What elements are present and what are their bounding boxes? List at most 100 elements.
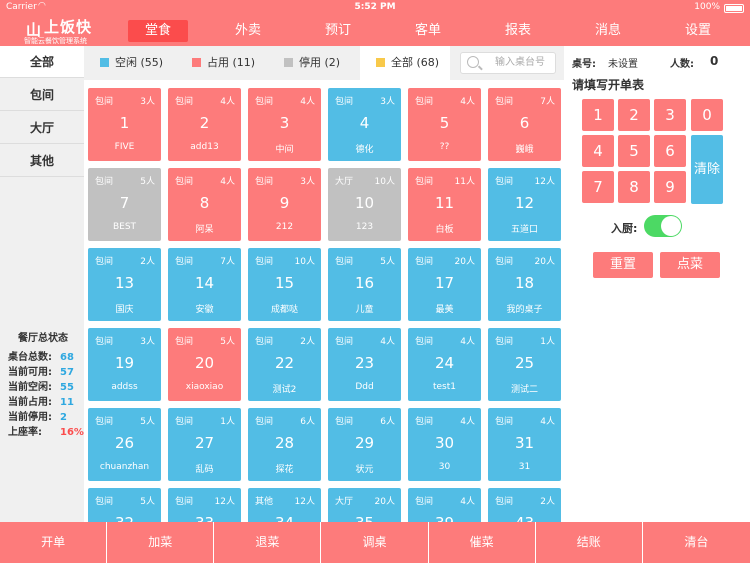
table-tile[interactable]: 包间 3人 9 212 (248, 168, 321, 241)
nav-tab-3[interactable]: 客单 (398, 20, 458, 42)
table-tile[interactable]: 包间 7人 6 巍峨 (488, 88, 561, 161)
table-tile[interactable]: 包间 10人 15 成都哒 (248, 248, 321, 321)
table-tile[interactable]: 包间 4人 23 Ddd (328, 328, 401, 401)
table-tile[interactable]: 包间 12人 12 五道口 (488, 168, 561, 241)
table-tile[interactable]: 包间 1人 27 乱码 (168, 408, 241, 481)
nav-tab-5[interactable]: 消息 (578, 20, 638, 42)
table-tile[interactable]: 其他 12人 34 (248, 488, 321, 522)
table-tile[interactable]: 包间 20人 18 我的桌子 (488, 248, 561, 321)
table-tile[interactable]: 包间 4人 8 阿呆 (168, 168, 241, 241)
table-tile[interactable]: 包间 4人 31 31 (488, 408, 561, 481)
table-tile[interactable]: 包间 4人 24 test1 (408, 328, 481, 401)
table-seats: 6人 (300, 417, 315, 427)
keypad-key-3[interactable]: 3 (654, 99, 686, 131)
action-button-0[interactable]: 开单 (0, 522, 108, 563)
nav-tab-2[interactable]: 预订 (308, 20, 368, 42)
table-tile[interactable]: 包间 2人 22 测试2 (248, 328, 321, 401)
clear-button[interactable]: 清除 (691, 135, 723, 204)
sidebar-item-2[interactable]: 大厅 (0, 112, 84, 144)
table-tile[interactable]: 包间 4人 30 30 (408, 408, 481, 481)
table-tile[interactable]: 包间 5人 26 chuanzhan (88, 408, 161, 481)
table-kind: 包间 (335, 417, 354, 427)
table-kind: 包间 (495, 97, 514, 107)
table-seats: 7人 (220, 257, 235, 267)
table-tile[interactable]: 包间 3人 1 FIVE (88, 88, 161, 161)
action-button-6[interactable]: 清台 (643, 522, 750, 563)
table-tile[interactable]: 包间 6人 29 状元 (328, 408, 401, 481)
table-kind: 包间 (335, 337, 354, 347)
keypad-key-6[interactable]: 6 (654, 135, 686, 167)
action-button-3[interactable]: 调桌 (321, 522, 429, 563)
table-tile[interactable]: 包间 5人 7 BEST (88, 168, 161, 241)
nav-tab-6[interactable]: 设置 (668, 20, 728, 42)
table-tile[interactable]: 大厅 20人 35 (328, 488, 401, 522)
kitchen-toggle[interactable] (644, 215, 682, 237)
filter-tab-2[interactable]: 停用 (2) (268, 46, 358, 80)
table-tile[interactable]: 包间 4人 5?? (408, 88, 481, 161)
table-tile[interactable]: 包间 11人 11 白板 (408, 168, 481, 241)
stat-value: 57 (60, 367, 74, 378)
table-name: 测试二 (510, 385, 538, 395)
table-name: 123 (355, 222, 374, 232)
table-search-input[interactable]: 输入桌台号 (460, 52, 556, 74)
filter-tab-0[interactable]: 空闲 (55) (84, 46, 174, 80)
nav-tab-4[interactable]: 报表 (488, 20, 548, 42)
table-tile[interactable]: 包间 12人 33 (168, 488, 241, 522)
sidebar-item-0[interactable]: 全部 (0, 46, 84, 78)
table-number: 22 (274, 354, 295, 372)
table-name: 测试2 (272, 385, 297, 395)
table-tile[interactable]: 包间 4人 2 add13 (168, 88, 241, 161)
keypad-key-4[interactable]: 4 (582, 135, 614, 167)
toggle-knob (661, 216, 681, 236)
stat-row: 当前停用: 2 (8, 410, 78, 425)
table-name: BEST (112, 222, 137, 232)
table-number: 26 (114, 434, 135, 452)
table-name: 德化 (355, 145, 374, 155)
table-name: 五道口 (510, 225, 538, 235)
sidebar-item-1[interactable]: 包间 (0, 79, 84, 111)
table-tile[interactable]: 包间 2人 13 国庆 (88, 248, 161, 321)
table-tile[interactable]: 大厅 10人 10 123 (328, 168, 401, 241)
action-button-5[interactable]: 结账 (536, 522, 643, 563)
table-tile[interactable]: 包间 5人 32 (88, 488, 161, 522)
action-button-4[interactable]: 催菜 (429, 522, 536, 563)
status-filter-bar: 空闲 (55) 占用 (11) 停用 (2) 全部 (68) 输入桌台号 (84, 46, 564, 80)
table-tile[interactable]: 包间 4人 39 (408, 488, 481, 522)
table-name: chuanzhan (99, 462, 150, 472)
action-button-1[interactable]: 加菜 (107, 522, 215, 563)
nav-tab-0[interactable]: 堂食 (128, 20, 188, 42)
table-tile[interactable]: 包间 20人 17 最美 (408, 248, 481, 321)
table-tile[interactable]: 包间 3人 4 德化 (328, 88, 401, 161)
keypad-key-9[interactable]: 9 (654, 171, 686, 203)
keypad-key-8[interactable]: 8 (618, 171, 650, 203)
table-tile[interactable]: 包间 7人 14 安徽 (168, 248, 241, 321)
table-tile[interactable]: 包间 5人 20 xiaoxiao (168, 328, 241, 401)
table-tile[interactable]: 包间 6人 28 探花 (248, 408, 321, 481)
table-name: 巍峨 (515, 145, 534, 155)
table-number: 7 (119, 194, 130, 212)
table-number: 12 (514, 194, 535, 212)
table-tile[interactable]: 包间 4人 3 中间 (248, 88, 321, 161)
keypad-key-0[interactable]: 0 (691, 99, 723, 131)
stat-row: 上座率: 16% (8, 425, 84, 440)
table-tile[interactable]: 包间 1人 25 测试二 (488, 328, 561, 401)
table-tile[interactable]: 包间 3人 19 addss (88, 328, 161, 401)
keypad-key-5[interactable]: 5 (618, 135, 650, 167)
table-number: 2 (199, 114, 210, 132)
sidebar-item-3[interactable]: 其他 (0, 145, 84, 177)
action-bar: 开单 加菜 退菜 调桌 催菜 结账 清台 (0, 522, 750, 563)
order-dishes-button[interactable]: 点菜 (660, 252, 720, 278)
keypad-key-1[interactable]: 1 (582, 99, 614, 131)
filter-tab-1[interactable]: 占用 (11) (176, 46, 266, 80)
table-name: 31 (518, 462, 531, 472)
filter-tab-3[interactable]: 全部 (68) (360, 46, 450, 80)
keypad-key-2[interactable]: 2 (618, 99, 650, 131)
reset-button[interactable]: 重置 (593, 252, 653, 278)
table-tile[interactable]: 包间 2人 43 (488, 488, 561, 522)
keypad-key-7[interactable]: 7 (582, 171, 614, 203)
table-seats: 4人 (460, 497, 475, 507)
table-kind: 其他 (255, 497, 274, 507)
action-button-2[interactable]: 退菜 (214, 522, 322, 563)
nav-tab-1[interactable]: 外卖 (218, 20, 278, 42)
table-tile[interactable]: 包间 5人 16 儿童 (328, 248, 401, 321)
